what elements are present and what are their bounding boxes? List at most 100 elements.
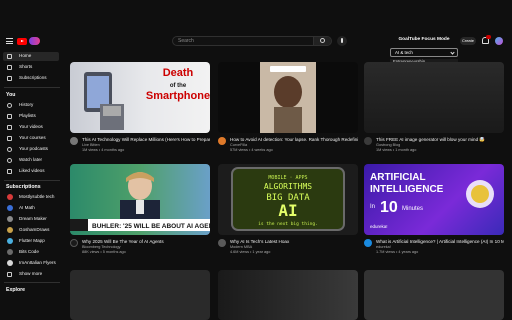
thumb-text-in: In xyxy=(370,204,375,210)
video-meta: 57M views • 4 weeks ago xyxy=(230,148,273,152)
channel-avatar[interactable] xyxy=(364,137,372,145)
sidebar-channel[interactable]: Dream Maker xyxy=(3,215,59,224)
sidebar-item-label: ImAnItalian Flyers xyxy=(19,260,56,265)
channel-name[interactable]: Gostrong Blog xyxy=(376,143,504,147)
video-thumbnail[interactable]: MOBILE · APPS ALGORITHMS BIG DATA AI is … xyxy=(218,164,358,235)
video-thumbnail[interactable] xyxy=(364,270,504,320)
video-thumbnail[interactable]: BUHLER: '25 WILL BE ABOUT AI AGENTS xyxy=(70,164,210,235)
search-icon xyxy=(320,38,325,43)
thumb-text-intelligence: INTELLIGENCE xyxy=(370,184,444,195)
chevron-down-icon xyxy=(7,272,12,277)
search-input[interactable]: Search xyxy=(172,36,332,46)
channel-avatar[interactable] xyxy=(70,239,78,247)
focus-mode-title: GoalTube Focus Mode xyxy=(398,37,450,42)
video-title[interactable]: What is Artificial Intelligence? | Artif… xyxy=(376,239,504,244)
sidebar-item-label: Your courses xyxy=(19,135,46,140)
sidebar-item-liked-videos[interactable]: Liked videos xyxy=(3,167,59,176)
video-title[interactable]: Why 2025 Will Be The Year of AI Agents xyxy=(82,239,210,244)
divider xyxy=(4,282,60,283)
thumbnail-art xyxy=(260,62,316,133)
sidebar-item-label: Home xyxy=(19,53,32,58)
sidebar-item-watch-later[interactable]: Watch later xyxy=(3,156,59,165)
channel-avatar[interactable] xyxy=(218,239,226,247)
sidebar-item-your-videos[interactable]: Your videos xyxy=(3,123,59,132)
menu-icon[interactable] xyxy=(6,38,13,44)
sidebar-item-shorts[interactable]: Shorts xyxy=(3,63,59,72)
playlist-icon xyxy=(7,114,12,119)
sidebar-item-label: Bits Code xyxy=(19,249,39,254)
sidebar-channel[interactable]: Mostlysubtle tech xyxy=(3,193,59,202)
divider xyxy=(4,180,60,181)
sidebar-item-playlists[interactable]: Playlists xyxy=(3,112,59,121)
video-thumbnail[interactable] xyxy=(364,62,504,133)
channel-avatar[interactable] xyxy=(70,137,78,145)
browser-viewport: Search Create Home Shorts Subscriptions … xyxy=(0,0,512,320)
thumbnail-art: BUHLER: '25 WILL BE ABOUT AI AGENTS xyxy=(70,172,210,231)
channel-avatar xyxy=(7,205,13,211)
sidebar-channel[interactable]: Bits Code xyxy=(3,248,59,257)
focus-select-value: AI & tech xyxy=(395,50,413,55)
video-title[interactable]: How to Avoid AI detection: Your lapse. R… xyxy=(230,137,358,142)
thumb-text-line2: of the xyxy=(170,83,187,89)
thumbnail-art: ARTIFICIAL INTELLIGENCE In 10 Minutes ed… xyxy=(370,172,494,229)
sidebar-item-label: Liked videos xyxy=(19,168,45,173)
video-title[interactable]: This AI Technology Will Replace Millions… xyxy=(82,137,210,142)
you-header[interactable]: You xyxy=(6,92,15,98)
channel-avatar[interactable] xyxy=(218,137,226,145)
sidebar-item-your-courses[interactable]: Your courses xyxy=(3,134,59,143)
video-title[interactable]: Why AI Is Tech's Latest Hoax xyxy=(230,239,358,244)
video-meta: 1M views • 4 months ago xyxy=(82,148,125,152)
video-thumbnail[interactable]: ARTIFICIAL INTELLIGENCE In 10 Minutes ed… xyxy=(364,164,504,235)
sidebar-item-history[interactable]: History xyxy=(3,101,59,110)
sidebar-channel[interactable]: ImAnItalian Flyers xyxy=(3,259,59,268)
sidebar-channel[interactable]: Flutter Mapp xyxy=(3,237,59,246)
shorts-icon xyxy=(7,65,12,70)
sidebar-item-label: Flutter Mapp xyxy=(19,238,45,243)
channel-name[interactable]: Modern MBA xyxy=(230,245,358,249)
video-thumbnail[interactable]: Death of the Smartphone xyxy=(70,62,210,133)
focus-category-select[interactable]: AI & tech xyxy=(390,48,458,57)
thumb-text-artificial: ARTIFICIAL xyxy=(370,172,426,183)
sidebar-item-home[interactable]: Home xyxy=(3,52,59,61)
channel-name[interactable]: Bloomberg Technology xyxy=(82,245,210,249)
account-avatar[interactable] xyxy=(495,37,503,45)
sidebar-channel[interactable]: AI Math xyxy=(3,204,59,213)
sidebar-item-label: GoshamDraws xyxy=(19,227,50,232)
thumb-caption: BUHLER: '25 WILL BE ABOUT AI AGENTS xyxy=(92,223,210,230)
channel-name[interactable]: edureka! xyxy=(376,245,504,249)
video-thumbnail[interactable] xyxy=(218,270,358,320)
thumb-text-brand: edureka! xyxy=(370,224,388,229)
search-button[interactable] xyxy=(313,37,331,45)
sidebar-item-subscriptions[interactable]: Subscriptions xyxy=(3,74,59,83)
courses-icon xyxy=(7,136,12,141)
voice-search-button[interactable] xyxy=(337,36,347,46)
explore-header: Explore xyxy=(6,287,26,293)
video-icon xyxy=(7,125,12,130)
video-meta: 4.6M views • 1 year ago xyxy=(230,250,271,254)
sidebar-item-label: History xyxy=(19,102,34,107)
video-thumbnail[interactable] xyxy=(70,270,210,320)
chevron-down-icon xyxy=(450,50,455,55)
thumbnail-art: Death of the Smartphone xyxy=(84,67,210,130)
sidebar-item-label: Show more xyxy=(19,271,43,276)
channel-avatar[interactable] xyxy=(364,239,372,247)
channel-name[interactable]: CurveFilla xyxy=(230,143,358,147)
channel-avatar xyxy=(7,260,13,266)
sidebar-item-label: Shorts xyxy=(19,64,33,69)
sidebar-item-your-podcasts[interactable]: Your podcasts xyxy=(3,145,59,154)
mic-icon xyxy=(341,38,343,43)
sidebar-show-more[interactable]: Show more xyxy=(3,270,59,279)
youtube-logo[interactable] xyxy=(17,38,27,45)
channel-avatar xyxy=(7,227,13,233)
subscriptions-header: Subscriptions xyxy=(6,184,41,190)
thumb-text-line1: Death xyxy=(163,67,194,79)
video-meta: 1M views • 1 month ago xyxy=(376,148,417,152)
video-thumbnail[interactable] xyxy=(218,62,358,133)
extension-badge-icon[interactable] xyxy=(29,37,40,45)
divider xyxy=(4,87,60,88)
channel-name[interactable]: Live Bitten xyxy=(82,143,210,147)
sidebar-channel[interactable]: GoshamDraws xyxy=(3,226,59,235)
channel-avatar xyxy=(7,216,13,222)
thumb-text-line3: Smartphone xyxy=(146,90,210,102)
subscriptions-icon xyxy=(7,76,12,81)
